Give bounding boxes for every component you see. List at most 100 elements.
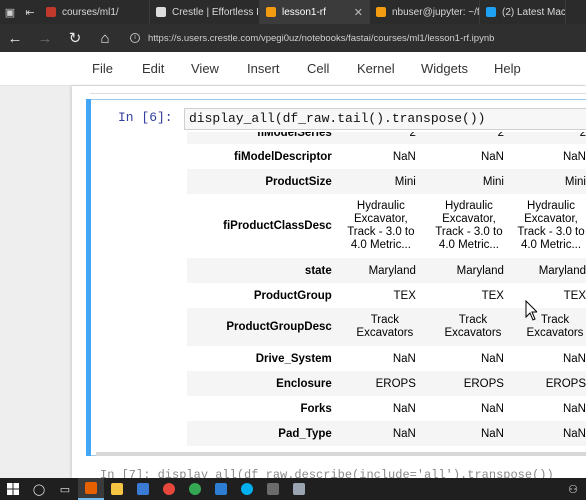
table-row: fiProductClassDesc Hydraulic Excavator, … (187, 194, 586, 258)
table-cell: NaN (392, 150, 416, 163)
table-cell: Mini (482, 175, 504, 188)
site-info-icon[interactable]: i (130, 33, 140, 43)
terminal-favicon-icon (376, 7, 386, 17)
store-icon[interactable] (130, 478, 156, 500)
windows-start-icon[interactable] (0, 478, 26, 500)
row-label: Forks (300, 402, 332, 415)
firefox-dev-icon[interactable] (156, 478, 182, 500)
tab-label: courses/ml1/ (62, 6, 119, 18)
browser-tab[interactable]: (2) Latest Machi (480, 0, 566, 24)
browser-tab-active[interactable]: lesson1-rf ✕ (260, 0, 370, 24)
app-icon[interactable] (208, 478, 234, 500)
browser-tab[interactable]: courses/ml1/ (40, 0, 150, 24)
menu-help[interactable]: Help (494, 61, 521, 76)
home-icon[interactable]: ⌂ (90, 30, 120, 47)
browser-tab-strip: ▣ ⇤ courses/ml1/ Crestle | Effortless In… (0, 0, 586, 24)
row-label: ProductGroupDesc (226, 321, 332, 333)
table-cell: Maryland (538, 264, 586, 277)
table-row: fiModelSeries 2 2 2 (187, 132, 586, 144)
table-cell: TEX (393, 289, 416, 302)
folder-icon (111, 483, 123, 495)
app2-icon[interactable] (286, 478, 312, 500)
shopping-bag-icon (137, 483, 149, 495)
table-cell: Hydraulic Excavator, Track - 3.0 to 4.0 … (340, 194, 428, 258)
previous-cell-edge (90, 86, 586, 94)
table-row: Drive_System NaN NaN NaN (187, 346, 586, 371)
refresh-icon[interactable]: ↻ (60, 29, 90, 47)
row-label: Drive_System (255, 352, 332, 365)
browser-tab[interactable]: Crestle | Effortless In (150, 0, 260, 24)
address-bar: ← → ↻ ⌂ i https://s.users.crestle.com/vp… (0, 24, 586, 52)
firefox-taskbar-icon[interactable] (78, 478, 104, 500)
url-field[interactable]: i https://s.users.crestle.com/vpegi0uz/n… (130, 33, 494, 44)
menu-file[interactable]: File (92, 61, 113, 76)
windows-taskbar: ◯ ▭ ⚇ (0, 478, 586, 500)
people-icon[interactable]: ⚇ (560, 478, 586, 500)
mouse-pointer-icon (525, 300, 537, 321)
table-cell: 2 (497, 132, 504, 139)
url-text: https://s.users.crestle.com/vpegi0uz/not… (148, 32, 495, 44)
crestle-favicon-icon (156, 7, 166, 17)
table-cell: NaN (480, 427, 504, 440)
close-tab-icon[interactable]: ✕ (346, 6, 363, 19)
table-row: fiModelDescriptor NaN NaN NaN (187, 144, 586, 169)
table-cell: Mini (564, 175, 586, 188)
window-icon (293, 483, 305, 495)
forward-arrow-icon[interactable]: → (30, 30, 60, 47)
cell-prompt: In [6]: (118, 110, 173, 125)
menu-edit[interactable]: Edit (142, 61, 164, 76)
file-explorer-icon[interactable] (104, 478, 130, 500)
table-cell: NaN (480, 352, 504, 365)
set-aside-tabs-icon[interactable]: ⇤ (20, 0, 40, 24)
skype-icon[interactable] (234, 478, 260, 500)
menu-widgets[interactable]: Widgets (421, 61, 468, 76)
cell-text: Track Excavators (444, 314, 502, 339)
cell-text: Hydraulic Excavator, Track - 3.0 to 4.0 … (517, 200, 585, 251)
menu-cell[interactable]: Cell (307, 61, 329, 76)
windows-logo-icon (7, 483, 19, 495)
row-label: fiModelSeries (257, 132, 332, 139)
skype-logo-icon (241, 483, 253, 495)
menu-insert[interactable]: Insert (247, 61, 280, 76)
row-label: ProductGroup (253, 289, 332, 302)
table-cell: 2 (409, 132, 416, 139)
tab-label: Crestle | Effortless In (172, 6, 260, 18)
table-row: ProductSize Mini Mini Mini (187, 169, 586, 194)
table-row: state Maryland Maryland Maryland (187, 258, 586, 283)
table-cell: Mini (394, 175, 416, 188)
gear-icon (267, 483, 279, 495)
code-input[interactable]: display_all(df_raw.tail().transpose()) (184, 108, 586, 130)
table-cell: EROPS (463, 377, 504, 390)
dataframe-table: fiModelSeries 2 2 2 fiModelDescriptor Na… (187, 132, 586, 454)
table-cell: NaN (562, 427, 586, 440)
settings-icon[interactable] (260, 478, 286, 500)
firefox-icon (85, 482, 97, 494)
browser-tab[interactable]: nbuser@jupyter: ~/f (370, 0, 480, 24)
twitter-favicon-icon (486, 7, 496, 17)
chrome-logo-icon (189, 483, 201, 495)
menu-view[interactable]: View (191, 61, 219, 76)
row-label: Enclosure (276, 377, 332, 390)
table-cell: Track Excavators (340, 308, 428, 346)
task-view-icon[interactable]: ▭ (52, 478, 78, 500)
cell-text: Track Excavators (356, 314, 414, 339)
table-cell: Maryland (456, 264, 504, 277)
table-cell: NaN (562, 352, 586, 365)
row-label: ProductSize (265, 175, 332, 188)
horizontal-scrollbar[interactable] (96, 452, 586, 456)
table-cell: NaN (562, 150, 586, 163)
cell-output[interactable]: fiModelSeries 2 2 2 fiModelDescriptor Na… (96, 132, 586, 454)
table-cell: Hydraulic Excavator, Track - 3.0 to 4.0 … (428, 194, 516, 258)
table-row: Enclosure EROPS EROPS EROPS (187, 371, 586, 396)
search-icon[interactable]: ◯ (26, 478, 52, 500)
cell-selection-bar (86, 99, 91, 456)
tab-manager-icon[interactable]: ▣ (0, 0, 20, 24)
menu-kernel[interactable]: Kernel (357, 61, 395, 76)
cell-text: Hydraulic Excavator, Track - 3.0 to 4.0 … (347, 200, 415, 251)
table-cell: Hydraulic Excavator, Track - 3.0 to 4.0 … (516, 194, 586, 258)
chrome-icon[interactable] (182, 478, 208, 500)
table-cell: NaN (480, 402, 504, 415)
back-arrow-icon[interactable]: ← (0, 30, 30, 47)
table-cell: NaN (562, 402, 586, 415)
table-cell: NaN (480, 150, 504, 163)
